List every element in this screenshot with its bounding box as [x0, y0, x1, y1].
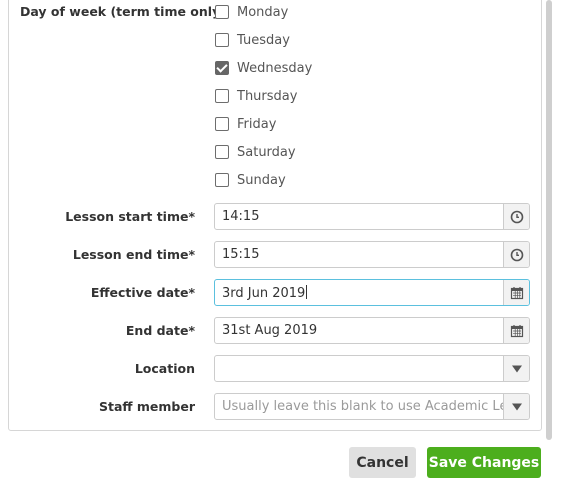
checkbox-sunday[interactable]: Sunday	[215, 171, 286, 189]
checkbox-box[interactable]	[215, 117, 229, 131]
location-select[interactable]	[214, 355, 530, 382]
effective-date-label: Effective date*	[90, 285, 195, 300]
checkbox-label: Thursday	[237, 88, 298, 104]
checkbox-box-checked[interactable]	[215, 61, 229, 75]
lesson-start-time-label: Lesson start time*	[65, 209, 195, 224]
checkbox-saturday[interactable]: Saturday	[215, 143, 296, 161]
effective-date-value: 3rd Jun 2019	[222, 285, 306, 301]
checkbox-box[interactable]	[215, 5, 229, 19]
checkbox-wednesday[interactable]: Wednesday	[215, 59, 312, 77]
staff-member-placeholder[interactable]: Usually leave this blank to use Academic…	[215, 399, 503, 414]
checkbox-box[interactable]	[215, 145, 229, 159]
end-date-value[interactable]: 31st Aug 2019	[215, 323, 503, 338]
end-date-label: End date*	[125, 323, 195, 338]
checkbox-label: Tuesday	[237, 32, 290, 48]
checkbox-label: Sunday	[237, 172, 286, 188]
clock-icon[interactable]	[503, 204, 529, 229]
lesson-start-time-value[interactable]: 14:15	[215, 209, 503, 224]
checkbox-label: Wednesday	[237, 60, 313, 76]
save-changes-button[interactable]: Save Changes	[427, 447, 541, 478]
calendar-icon[interactable]	[503, 318, 529, 343]
checkbox-label: Saturday	[237, 144, 296, 160]
day-of-week-label: Day of week (term time only)	[20, 4, 226, 19]
clock-icon[interactable]	[503, 242, 529, 267]
effective-date-input[interactable]: 3rd Jun 2019	[215, 284, 503, 301]
checkbox-box[interactable]	[215, 173, 229, 187]
cancel-button[interactable]: Cancel	[349, 447, 416, 478]
dropdown-arrow-icon[interactable]	[503, 394, 529, 419]
calendar-icon[interactable]	[503, 280, 529, 305]
checkbox-monday[interactable]: Monday	[215, 3, 288, 21]
checkbox-tuesday[interactable]: Tuesday	[215, 31, 290, 49]
staff-member-label: Staff member	[98, 399, 195, 414]
text-caret	[306, 284, 308, 299]
effective-date-field[interactable]: 3rd Jun 2019	[214, 279, 530, 306]
lesson-end-time-label: Lesson end time*	[72, 247, 195, 262]
checkbox-friday[interactable]: Friday	[215, 115, 276, 133]
end-date-field[interactable]: 31st Aug 2019	[214, 317, 530, 344]
dropdown-arrow-icon[interactable]	[503, 356, 529, 381]
checkbox-box[interactable]	[215, 89, 229, 103]
checkbox-box[interactable]	[215, 33, 229, 47]
staff-member-select[interactable]: Usually leave this blank to use Academic…	[214, 393, 530, 420]
lesson-end-time-value[interactable]: 15:15	[215, 247, 503, 262]
lesson-end-time-field[interactable]: 15:15	[214, 241, 530, 268]
lesson-start-time-field[interactable]: 14:15	[214, 203, 530, 230]
checkbox-label: Friday	[237, 116, 277, 132]
checkbox-thursday[interactable]: Thursday	[215, 87, 297, 105]
checkbox-label: Monday	[237, 4, 289, 20]
scrollbar-thumb[interactable]	[546, 0, 552, 440]
location-label: Location	[134, 361, 195, 376]
